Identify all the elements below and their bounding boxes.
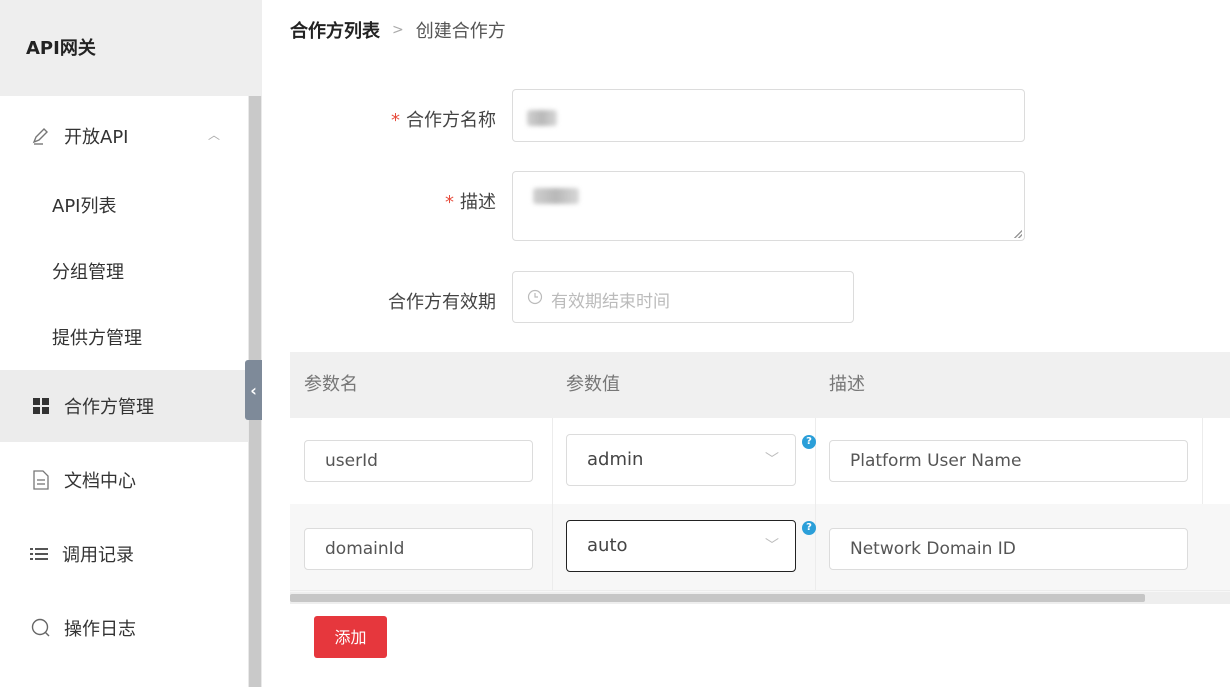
redacted-value <box>533 188 579 204</box>
sidebar: API网关 开放API ︿ API列表 分组管理 提供方管理 合作方管理 文档中… <box>0 0 262 687</box>
chevron-up-icon[interactable]: ︿ <box>208 126 220 143</box>
partner-name-label-text: 合作方名称 <box>406 110 496 131</box>
param-description-input[interactable]: Platform User Name <box>829 440 1188 482</box>
column-header-param-value: 参数值 <box>566 352 620 418</box>
cell-divider <box>552 504 553 590</box>
required-marker: * <box>391 110 400 131</box>
list-icon <box>28 543 50 565</box>
param-table: 参数名 参数值 描述 userId admin ﹀ ? Platform Use… <box>290 352 1230 604</box>
description-textarea[interactable] <box>512 171 1025 241</box>
param-value-selected: admin <box>587 449 644 470</box>
sidebar-item-label: 合作方管理 <box>64 397 154 418</box>
search-icon <box>30 617 52 639</box>
validity-date-picker[interactable]: 有效期结束时间 <box>512 271 854 323</box>
table-horizontal-scrollbar-thumb[interactable] <box>290 594 1145 602</box>
sidebar-item-document-center[interactable]: 文档中心 <box>0 444 248 516</box>
chevron-down-icon: ﹀ <box>765 538 779 554</box>
cell-divider <box>815 504 816 590</box>
validity-placeholder: 有效期结束时间 <box>527 287 670 312</box>
cell-divider <box>552 418 553 504</box>
validity-label: 合作方有效期 <box>388 292 496 313</box>
breadcrumb: 合作方列表 > 创建合作方 <box>290 17 506 43</box>
sidebar-subitem-api-list[interactable]: API列表 <box>52 192 116 218</box>
document-icon <box>30 469 52 491</box>
param-name-input[interactable]: domainId <box>304 528 533 570</box>
table-row: domainId auto ﹀ ? Network Domain ID <box>290 504 1230 591</box>
resize-grip-icon[interactable] <box>1014 230 1022 238</box>
breadcrumb-separator: > <box>392 22 404 38</box>
table-row: userId admin ﹀ ? Platform User Name <box>290 418 1230 505</box>
param-description-input[interactable]: Network Domain ID <box>829 528 1188 570</box>
sidebar-item-partner-management[interactable]: 合作方管理 <box>0 370 248 442</box>
param-value-select[interactable]: admin ﹀ <box>566 434 796 486</box>
brand-title: API网关 <box>26 38 96 59</box>
sidebar-menu: 开放API ︿ API列表 分组管理 提供方管理 合作方管理 文档中心 调用记录 <box>0 96 248 687</box>
column-header-description: 描述 <box>829 352 865 418</box>
validity-placeholder-text: 有效期结束时间 <box>551 292 670 312</box>
grid-icon <box>30 395 52 417</box>
param-name-input[interactable]: userId <box>304 440 533 482</box>
param-value-select[interactable]: auto ﹀ <box>566 520 796 572</box>
sidebar-subitem-provider-management[interactable]: 提供方管理 <box>52 324 142 350</box>
help-icon[interactable]: ? <box>802 521 816 535</box>
sidebar-item-label: 调用记录 <box>62 545 134 566</box>
redacted-value <box>527 110 557 126</box>
sidebar-item-call-records[interactable]: 调用记录 <box>0 518 248 590</box>
help-icon[interactable]: ? <box>802 435 816 449</box>
collapse-sidebar-button[interactable]: ‹ <box>245 360 262 420</box>
partner-name-label: * 合作方名称 <box>296 106 496 132</box>
breadcrumb-parent-link[interactable]: 合作方列表 <box>290 17 380 43</box>
sidebar-item-operation-log[interactable]: 操作日志 <box>0 592 248 664</box>
breadcrumb-current: 创建合作方 <box>415 21 506 42</box>
column-header-param-name: 参数名 <box>304 352 358 418</box>
description-label-text: 描述 <box>460 192 496 213</box>
add-row-button[interactable]: 添加 <box>314 616 387 658</box>
description-label: * 描述 <box>296 188 496 214</box>
sidebar-item-label: 开放API <box>64 127 129 148</box>
sidebar-item-label: 操作日志 <box>64 619 136 640</box>
edit-icon <box>30 125 52 147</box>
table-header-row <box>290 352 1230 418</box>
clock-icon <box>527 289 543 310</box>
sidebar-item-label: 文档中心 <box>64 471 136 492</box>
param-value-selected: auto <box>587 535 628 556</box>
cell-divider <box>1202 418 1203 504</box>
partner-name-input[interactable] <box>512 89 1025 142</box>
sidebar-item-open-api[interactable]: 开放API ︿ <box>0 100 248 172</box>
cell-divider <box>815 418 816 504</box>
sidebar-subitem-group-management[interactable]: 分组管理 <box>52 258 124 284</box>
chevron-left-icon: ‹ <box>250 380 257 400</box>
brand-header: API网关 <box>0 0 262 96</box>
chevron-down-icon: ﹀ <box>765 452 779 468</box>
required-marker: * <box>445 192 454 213</box>
